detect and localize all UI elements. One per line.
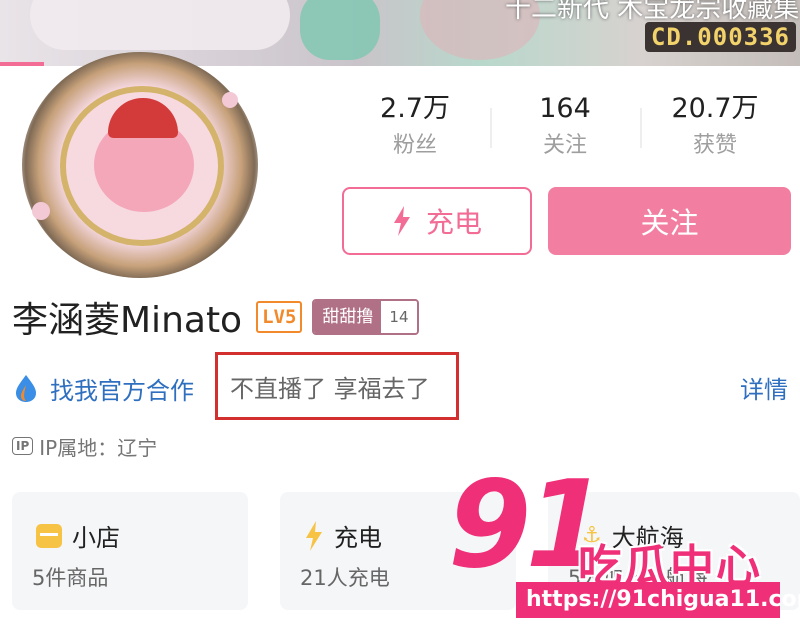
- fan-medal-level: 14: [381, 301, 417, 333]
- profile-name-row: 李涵菱Minato LV5 甜甜撸 14: [12, 292, 419, 342]
- collection-card-number: CD.000336: [644, 22, 796, 52]
- charge-card-title: 充电: [334, 524, 382, 552]
- shop-card-subtitle: 5件商品: [32, 566, 109, 590]
- cooperation-text: 找我官方合作: [50, 376, 194, 405]
- stat-fans-label: 粉丝: [392, 133, 437, 158]
- stat-likes-value: 20.7万: [671, 93, 759, 124]
- charge-button-label: 充电: [425, 206, 482, 239]
- charge-button[interactable]: 充电: [342, 187, 532, 255]
- follow-button[interactable]: 关注: [548, 187, 791, 255]
- stat-fans[interactable]: 2.7万 粉丝: [340, 92, 490, 160]
- cooperation-link[interactable]: 找我官方合作: [12, 364, 194, 412]
- fan-medal[interactable]: 甜甜撸 14: [312, 299, 419, 335]
- lightning-icon: [306, 520, 322, 551]
- stat-following-label: 关注: [542, 133, 587, 158]
- signature-text: 不直播了 享福去了: [230, 374, 430, 403]
- charge-card-subtitle: 21人充电: [300, 566, 390, 590]
- signature-highlight: 不直播了 享福去了: [215, 352, 459, 420]
- banner-accent-line: [0, 62, 44, 66]
- avatar-flower: [222, 92, 238, 108]
- cooperation-logo-icon: [16, 375, 36, 402]
- username: 李涵菱Minato: [12, 300, 243, 341]
- follow-button-label: 关注: [640, 206, 699, 240]
- banner-artwork: [30, 0, 290, 50]
- lightning-icon: [393, 206, 410, 236]
- ip-location-text: IP属地：辽宁: [39, 435, 158, 460]
- avatar[interactable]: [22, 52, 258, 278]
- fan-medal-name: 甜甜撸: [314, 301, 382, 333]
- ip-tag-icon: IP: [12, 437, 34, 455]
- stat-fans-value: 2.7万: [380, 93, 450, 124]
- stat-following[interactable]: 164 关注: [490, 92, 640, 160]
- banner-artwork-teal: [300, 0, 380, 60]
- level-badge[interactable]: LV5: [256, 301, 303, 333]
- watermark-url: https://91chigua11.com: [516, 582, 800, 618]
- detail-link[interactable]: 详情: [740, 370, 788, 405]
- stat-likes[interactable]: 20.7万 获赞: [640, 92, 790, 160]
- shop-card-title: 小店: [72, 524, 120, 552]
- avatar-flower: [32, 202, 50, 220]
- stat-following-value: 164: [539, 93, 591, 124]
- ip-location-row: IP IP属地：辽宁: [12, 431, 157, 461]
- stat-likes-label: 获赞: [692, 133, 737, 158]
- shop-card[interactable]: 小店 5件商品: [12, 492, 248, 610]
- shop-icon: [36, 523, 62, 548]
